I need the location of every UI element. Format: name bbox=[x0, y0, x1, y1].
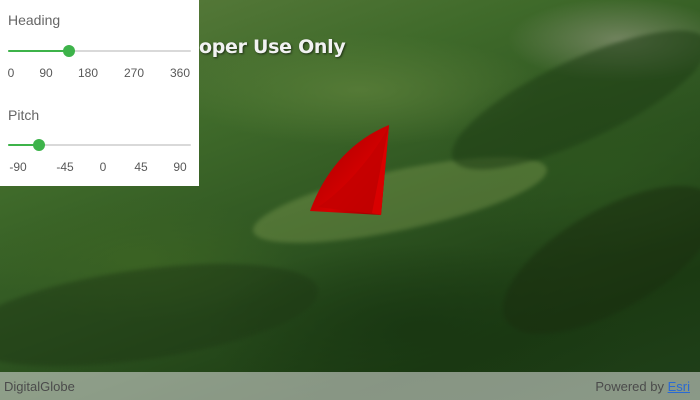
pitch-slider[interactable] bbox=[8, 138, 191, 152]
camera-controls-panel: Heading 0 90 180 270 360 Pitch -90 -45 0… bbox=[0, 0, 199, 186]
heading-tick: 0 bbox=[7, 66, 15, 80]
powered-by-credit: Powered by Esri bbox=[595, 379, 690, 394]
pitch-tick: 45 bbox=[134, 160, 148, 174]
pitch-tick: 90 bbox=[173, 160, 187, 174]
pitch-label: Pitch bbox=[8, 107, 40, 123]
heading-slider-thumb[interactable] bbox=[63, 45, 75, 57]
powered-by-text: Powered by bbox=[595, 379, 664, 394]
heading-label: Heading bbox=[8, 12, 61, 28]
esri-link[interactable]: Esri bbox=[668, 379, 690, 394]
heading-tick: 90 bbox=[39, 66, 53, 80]
heading-tick: 180 bbox=[77, 66, 99, 80]
heading-tick: 270 bbox=[123, 66, 145, 80]
pitch-tick: 0 bbox=[99, 160, 107, 174]
pitch-tick: -90 bbox=[9, 160, 27, 174]
heading-tick: 360 bbox=[169, 66, 191, 80]
attribution-bar: DigitalGlobe Powered by Esri bbox=[0, 372, 700, 400]
imagery-source-credit: DigitalGlobe bbox=[4, 379, 75, 394]
heading-tick-labels: 0 90 180 270 360 bbox=[8, 66, 191, 82]
heading-slider[interactable] bbox=[8, 44, 191, 58]
pitch-tick: -45 bbox=[56, 160, 74, 174]
pitch-tick-labels: -90 -45 0 45 90 bbox=[8, 160, 191, 176]
pitch-slider-thumb[interactable] bbox=[32, 139, 45, 151]
heading-slider-fill bbox=[8, 50, 69, 52]
